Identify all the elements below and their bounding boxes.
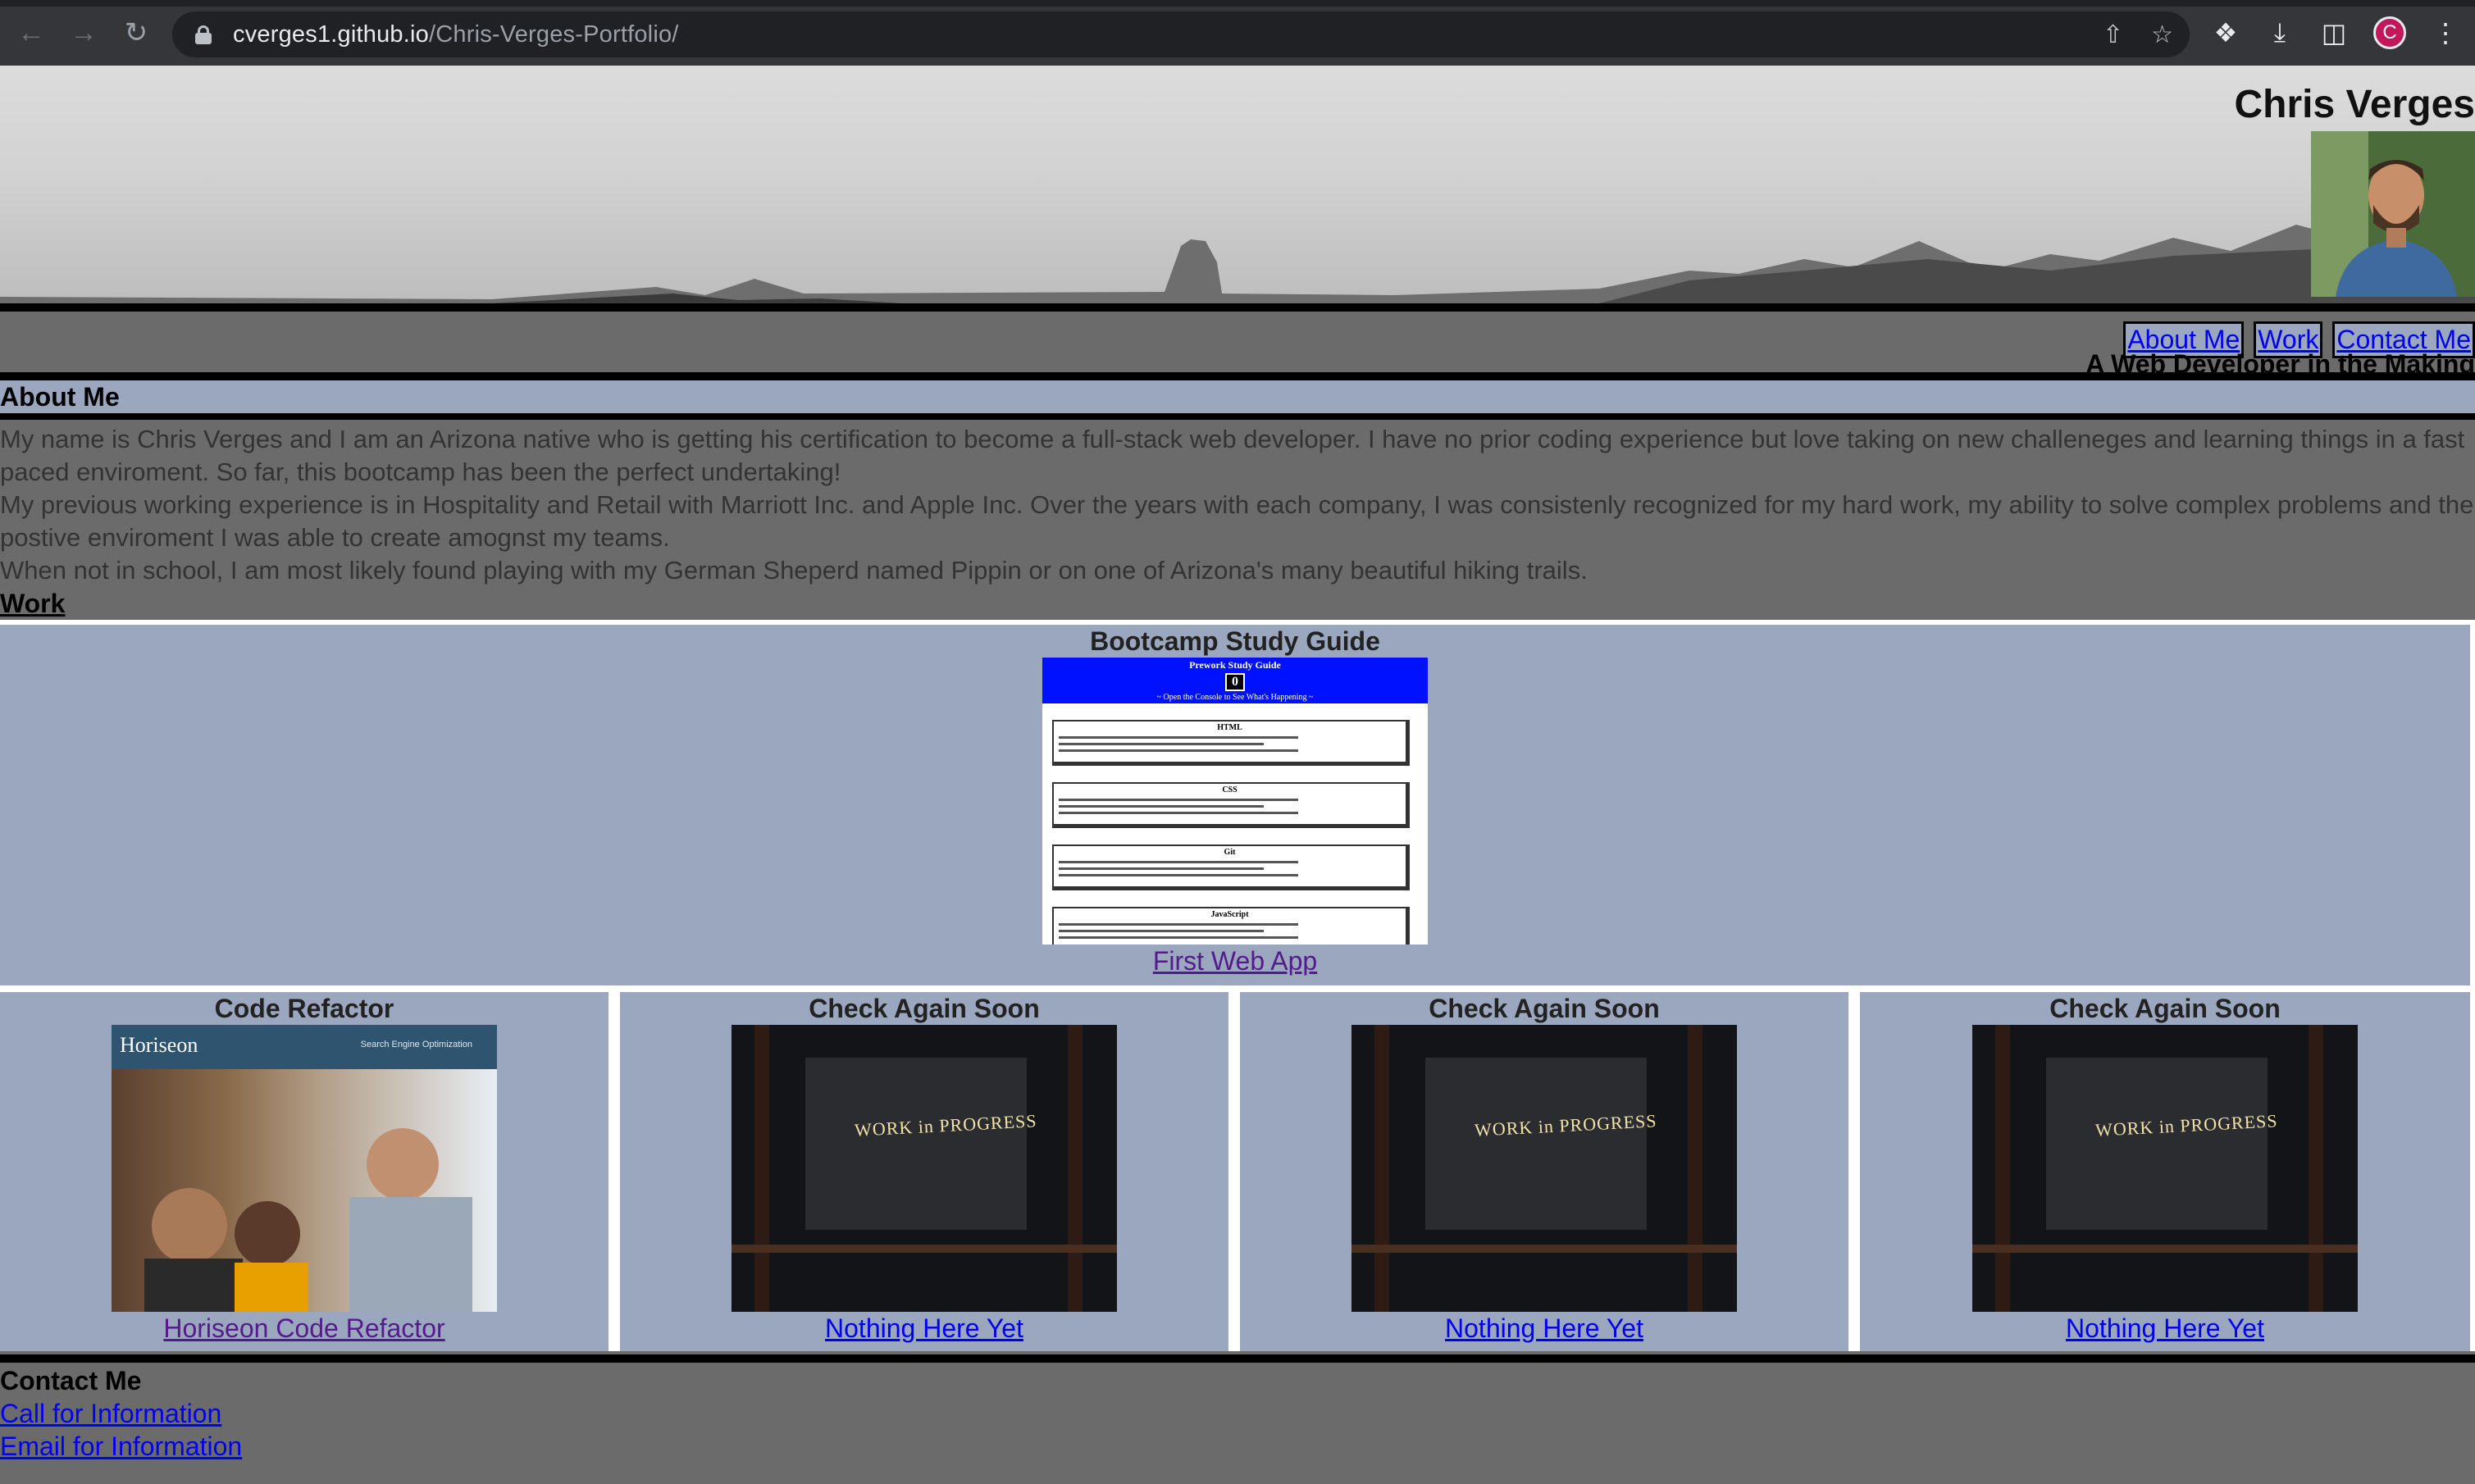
mountain-landscape <box>0 213 2475 303</box>
nothing-here-yet-link[interactable]: Nothing Here Yet <box>1860 1312 2470 1345</box>
profile-avatar[interactable]: C <box>2373 16 2406 49</box>
about-body: My name is Chris Verges and I am an Ariz… <box>0 420 2475 587</box>
project-card-placeholder: Check Again Soon WORK in PROGRESS Nothin… <box>1240 992 1848 1351</box>
project-title: Check Again Soon <box>1429 994 1660 1023</box>
extensions-puzzle-icon[interactable]: ❖ <box>2211 17 2240 48</box>
study-guide-screenshot[interactable]: Prework Study Guide 0 ~ Open the Console… <box>1042 658 1428 945</box>
about-section: About Me My name is Chris Verges and I a… <box>0 380 2475 587</box>
main-navigation: About Me Work Contact Me A Web Developer… <box>0 312 2475 380</box>
horiseon-code-refactor-link[interactable]: Horiseon Code Refactor <box>0 1312 608 1345</box>
work-section: Work Bootcamp Study Guide Prework Study … <box>0 587 2475 1351</box>
profile-photo <box>2311 131 2475 297</box>
study-guide-preview-title: Prework Study Guide <box>1189 659 1281 671</box>
contact-section: Contact Me Call for Information Email fo… <box>0 1363 2475 1463</box>
site-owner-name: Chris Verges <box>2234 83 2475 126</box>
lock-icon[interactable] <box>195 25 212 44</box>
hero-banner: Chris Verges <box>0 66 2475 303</box>
first-web-app-link[interactable]: First Web App <box>0 945 2470 977</box>
share-icon[interactable]: ⇧ <box>2103 20 2123 49</box>
reload-icon[interactable]: ↻ <box>115 11 157 54</box>
call-for-information-link[interactable]: Call for Information <box>0 1397 2475 1430</box>
project-card-placeholder: Check Again Soon WORK in PROGRESS Nothin… <box>1860 992 2470 1351</box>
project-title: Code Refactor <box>214 994 394 1023</box>
work-in-progress-image[interactable]: WORK in PROGRESS <box>1351 1025 1737 1312</box>
tab-strip <box>0 0 2475 7</box>
tagline: A Web Developer in the Making <box>2085 349 2475 379</box>
study-box-heading: Git <box>1224 848 1236 857</box>
study-box-html: HTML <box>1052 720 1410 766</box>
side-panel-icon[interactable]: ◫ <box>2319 17 2349 48</box>
about-paragraph: My name is Chris Verges and I am an Ariz… <box>0 425 2465 486</box>
header-divider <box>0 303 2475 312</box>
about-paragraph: My previous working experience is in Hos… <box>0 490 2474 552</box>
about-divider <box>0 413 2475 420</box>
bookmark-star-icon[interactable]: ☆ <box>2151 20 2173 49</box>
featured-project-title: Bootcamp Study Guide <box>1090 626 1380 656</box>
study-guide-preview-counter: 0 <box>1225 673 1245 691</box>
browser-toolbar: ← → ↻ cverges1.github.io/Chris-Verges-Po… <box>0 0 2475 66</box>
work-heading: Work <box>0 589 66 618</box>
work-area: Bootcamp Study Guide Prework Study Guide… <box>0 620 2475 1351</box>
nothing-here-yet-link[interactable]: Nothing Here Yet <box>1240 1312 1848 1345</box>
project-title: Check Again Soon <box>2049 994 2281 1023</box>
study-box-heading: CSS <box>1222 785 1238 794</box>
about-heading: About Me <box>0 380 2475 413</box>
download-icon[interactable]: ⤓ <box>2265 17 2295 48</box>
url-text[interactable]: cverges1.github.io/Chris-Verges-Portfoli… <box>233 21 679 48</box>
project-card-row: Code Refactor Horiseon Search Engine Opt… <box>0 986 2475 1351</box>
project-card-code-refactor: Code Refactor Horiseon Search Engine Opt… <box>0 992 608 1351</box>
study-box-css: CSS <box>1052 782 1410 828</box>
featured-project-card: Bootcamp Study Guide Prework Study Guide… <box>0 625 2470 986</box>
address-bar[interactable]: cverges1.github.io/Chris-Verges-Portfoli… <box>172 11 2190 57</box>
study-box-heading: HTML <box>1217 723 1242 732</box>
more-menu-icon[interactable]: ⋮ <box>2431 17 2460 48</box>
project-title: Check Again Soon <box>809 994 1040 1023</box>
horiseon-screenshot[interactable]: Horiseon Search Engine Optimization <box>112 1025 497 1312</box>
study-box-javascript: JavaScript <box>1052 907 1410 945</box>
contact-heading: Contact Me <box>0 1366 142 1395</box>
contact-divider <box>0 1354 2475 1363</box>
study-guide-preview-subtitle: ~ Open the Console to See What's Happeni… <box>1156 693 1314 702</box>
work-in-progress-image[interactable]: WORK in PROGRESS <box>732 1025 1117 1312</box>
study-box-heading: JavaScript <box>1210 910 1249 919</box>
horiseon-logo: Horiseon <box>120 1033 198 1057</box>
back-arrow-icon[interactable]: ← <box>10 11 52 54</box>
study-box-git: Git <box>1052 844 1410 890</box>
portfolio-page: Chris Verges About Me Work Contact Me A … <box>0 66 2475 1484</box>
forward-arrow-icon[interactable]: → <box>62 11 105 54</box>
study-guide-header: Prework Study Guide 0 ~ Open the Console… <box>1042 658 1428 703</box>
work-in-progress-image[interactable]: WORK in PROGRESS <box>1972 1025 2358 1312</box>
site-header: Chris Verges About Me Work Contact Me A … <box>0 66 2475 380</box>
nothing-here-yet-link[interactable]: Nothing Here Yet <box>620 1312 1228 1345</box>
url-path: /Chris-Verges-Portfolio/ <box>428 20 679 48</box>
url-domain: cverges1.github.io <box>233 20 429 48</box>
horiseon-nav-text: Search Engine Optimization <box>360 1040 472 1049</box>
about-paragraph: When not in school, I am most likely fou… <box>0 556 1588 585</box>
project-card-placeholder: Check Again Soon WORK in PROGRESS Nothin… <box>620 992 1228 1351</box>
email-for-information-link[interactable]: Email for Information <box>0 1430 2475 1463</box>
